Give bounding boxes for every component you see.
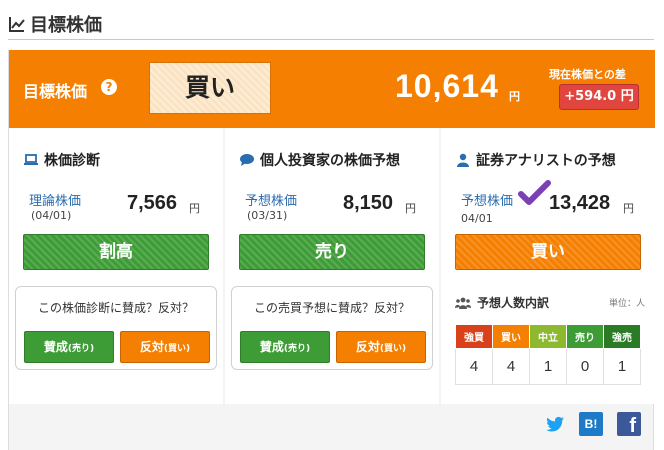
breakdown-title: 予想人数内訳 <box>477 296 550 310</box>
header-neutral: 中立 <box>529 324 567 349</box>
price-unit: 円 <box>623 202 634 215</box>
forecast-price-value: 8,150 <box>343 192 394 214</box>
twitter-icon[interactable] <box>543 412 567 436</box>
card-title: 証券アナリストの予想 <box>476 153 616 169</box>
vote-question: この株価診断に賛成？反対？ <box>37 301 194 315</box>
count-neutral: 1 <box>529 348 567 385</box>
stock-diagnosis-card: 株価診断 理論株価 (04/01) 7,566 円 割高 この株価診断に賛成？反… <box>9 128 223 404</box>
price-date: 04/01 <box>461 212 493 225</box>
target-price-unit: 円 <box>509 90 520 103</box>
header-strong-sell: 強売 <box>603 324 641 349</box>
price-unit: 円 <box>405 202 416 215</box>
section-header: 目標株価 <box>8 8 654 40</box>
card-header: 証券アナリストの予想 <box>455 150 616 170</box>
laptop-icon <box>24 154 38 165</box>
table-row: 4 4 1 0 1 <box>455 348 641 385</box>
count-strong-sell: 1 <box>603 348 641 385</box>
agree-button[interactable]: 賛成(売り) <box>24 331 114 363</box>
theoretical-price-value: 7,566 <box>127 192 178 214</box>
vote-box: この売買予想に賛成？反対？ 賛成(売り) 反対(買い) <box>231 286 433 370</box>
header-sell: 売り <box>566 324 604 349</box>
speech-bubble-icon <box>240 154 254 166</box>
card-title: 株価診断 <box>44 153 100 169</box>
agree-button[interactable]: 賛成(売り) <box>240 331 330 363</box>
table-header-row: 強買 買い 中立 売り 強売 <box>455 324 641 349</box>
check-mark-icon <box>518 180 551 205</box>
price-diff-label: 現在株価との差 <box>549 68 626 81</box>
forecast-breakdown-table: 強買 買い 中立 売り 強売 4 4 1 0 1 <box>455 324 641 385</box>
group-icon <box>455 297 471 309</box>
analyst-verdict-badge: 買い <box>455 234 641 270</box>
breakdown-header: 予想人数内訳 単位：人 <box>455 294 645 311</box>
section-title: 目標株価 <box>30 14 102 36</box>
line-chart-icon <box>9 16 25 32</box>
individual-investor-forecast-card: 個人投資家の株価予想 予想株価 (03/31) 8,150 円 売り この売買予… <box>225 128 439 404</box>
facebook-icon[interactable]: f <box>617 412 641 437</box>
vote-box: この株価診断に賛成？反対？ 賛成(売り) 反対(買い) <box>15 286 217 370</box>
banner-label: 目標株価 <box>23 82 88 101</box>
count-sell: 0 <box>566 348 604 385</box>
price-date: (04/01) <box>31 209 72 222</box>
analyst-price-value: 13,428 <box>549 192 611 214</box>
overall-verdict-badge: 買い <box>149 62 271 114</box>
forecast-price-label[interactable]: 予想株価 <box>245 190 297 209</box>
header-strong-buy: 強買 <box>455 324 493 349</box>
disagree-button[interactable]: 反対(買い) <box>336 331 426 363</box>
price-unit: 円 <box>189 202 200 215</box>
target-price-value: 10,614 <box>395 68 499 104</box>
target-price-panel: 目標株価 ? 買い 10,614 円 現在株価との差 +594.0 円 株価診断… <box>8 50 655 450</box>
header-buy: 買い <box>492 324 530 349</box>
card-header: 個人投資家の株価予想 <box>239 150 400 170</box>
card-title: 個人投資家の株価予想 <box>260 153 400 169</box>
analyst-forecast-card: 証券アナリストの予想 予想株価 04/01 13,428 円 買い 予想人数内訳… <box>441 128 655 404</box>
diagnosis-verdict-badge: 割高 <box>23 234 209 270</box>
person-icon <box>457 153 469 167</box>
card-header: 株価診断 <box>23 150 100 170</box>
count-buy: 4 <box>492 348 530 385</box>
count-strong-buy: 4 <box>455 348 493 385</box>
analyst-price-label[interactable]: 予想株価 <box>461 190 513 209</box>
vote-question: この売買予想に賛成？反対？ <box>253 301 410 315</box>
breakdown-unit: 単位：人 <box>608 299 645 309</box>
target-price-banner: 目標株価 ? 買い 10,614 円 現在株価との差 +594.0 円 <box>9 50 655 128</box>
price-date: (03/31) <box>247 209 288 222</box>
forecast-verdict-badge: 売り <box>239 234 425 270</box>
hatena-bookmark-icon[interactable]: B! <box>579 412 603 436</box>
help-icon[interactable]: ? <box>101 79 117 95</box>
price-diff-badge: +594.0 円 <box>559 84 639 110</box>
disagree-button[interactable]: 反対(買い) <box>120 331 210 363</box>
theoretical-price-label[interactable]: 理論株価 <box>29 190 81 209</box>
